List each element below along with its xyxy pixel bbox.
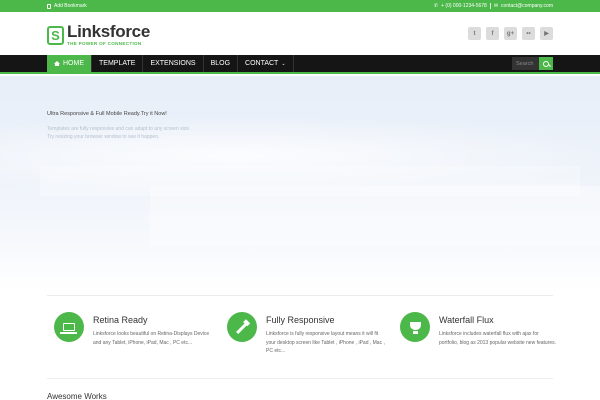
top-bar: Add Bookmark ✆ + (0) 000-1234-5678 ✉ con… (0, 0, 600, 12)
hero-subtitle: Try resizing your browser window to see … (47, 134, 160, 140)
cloud-layer (150, 186, 600, 246)
divider (47, 295, 553, 296)
contact-info: ✆ + (0) 000-1234-5678 ✉ contact@company.… (434, 3, 553, 9)
feature-description: Linksforce is fully responsive layout me… (266, 331, 385, 354)
flickr-icon[interactable]: •• (522, 27, 535, 40)
add-bookmark-label: Add Bookmark (54, 3, 87, 9)
feature-title: Waterfall Flux (439, 315, 494, 325)
search-icon (543, 60, 549, 67)
facebook-icon[interactable]: f (486, 27, 499, 40)
main-nav: HOME TEMPLATE EXTENSIONS BLOG CONTACT ⌄ … (0, 55, 600, 74)
hero-subtitle: Templates are fully responsive and can a… (47, 126, 191, 132)
nav-item-label: BLOG (210, 60, 231, 67)
feature-title: Retina Ready (93, 315, 148, 325)
logo-name: Linksforce (67, 22, 150, 41)
twitter-icon[interactable]: t (468, 27, 481, 40)
trophy-icon (400, 312, 430, 342)
search-button[interactable] (539, 57, 553, 70)
section-heading: Awesome Works (47, 392, 107, 400)
email-icon: ✉ (493, 3, 499, 9)
nav-item-label: CONTACT (245, 60, 279, 67)
site-logo[interactable]: S Linksforce THE POWER OF CONNECTION (47, 22, 150, 46)
hero-title: Ultra Responsive & Full Mobile Ready.Try… (47, 111, 167, 117)
feature-title: Fully Responsive (266, 315, 335, 325)
nav-item-label: EXTENSIONS (150, 60, 196, 67)
phone-number: + (0) 000-1234-5678 (441, 3, 487, 9)
social-links: t f g+ •• ▶ (468, 27, 553, 40)
phone-icon: ✆ (433, 3, 439, 9)
logo-mark: S (47, 25, 64, 45)
chevron-down-icon: ⌄ (281, 60, 286, 67)
feature-description: Linksforce includes waterfall flux with … (439, 331, 557, 346)
magic-wand-icon (227, 312, 257, 342)
search-input[interactable]: Search (512, 57, 540, 70)
nav-item-contact[interactable]: CONTACT ⌄ (238, 55, 294, 72)
nav-item-label: TEMPLATE (99, 60, 136, 67)
home-icon (54, 61, 60, 66)
feature-description: Linksforce looks beautiful on Retina-Dis… (93, 331, 210, 346)
nav-item-blog[interactable]: BLOG (204, 55, 239, 72)
email-link[interactable]: contact@company.com (501, 3, 553, 9)
logo-tagline: THE POWER OF CONNECTION (67, 41, 142, 46)
add-bookmark-link[interactable]: Add Bookmark (47, 3, 87, 9)
nav-item-extensions[interactable]: EXTENSIONS (143, 55, 204, 72)
separator (489, 3, 491, 9)
hero-banner: Ultra Responsive & Full Mobile Ready.Try… (0, 76, 600, 290)
nav-item-label: HOME (63, 60, 84, 67)
divider (47, 378, 553, 379)
google-plus-icon[interactable]: g+ (504, 27, 517, 40)
youtube-icon[interactable]: ▶ (540, 27, 553, 40)
bookmark-icon (47, 3, 51, 9)
nav-item-home[interactable]: HOME (47, 55, 92, 72)
nav-item-template[interactable]: TEMPLATE (92, 55, 144, 72)
laptop-icon (54, 312, 84, 342)
